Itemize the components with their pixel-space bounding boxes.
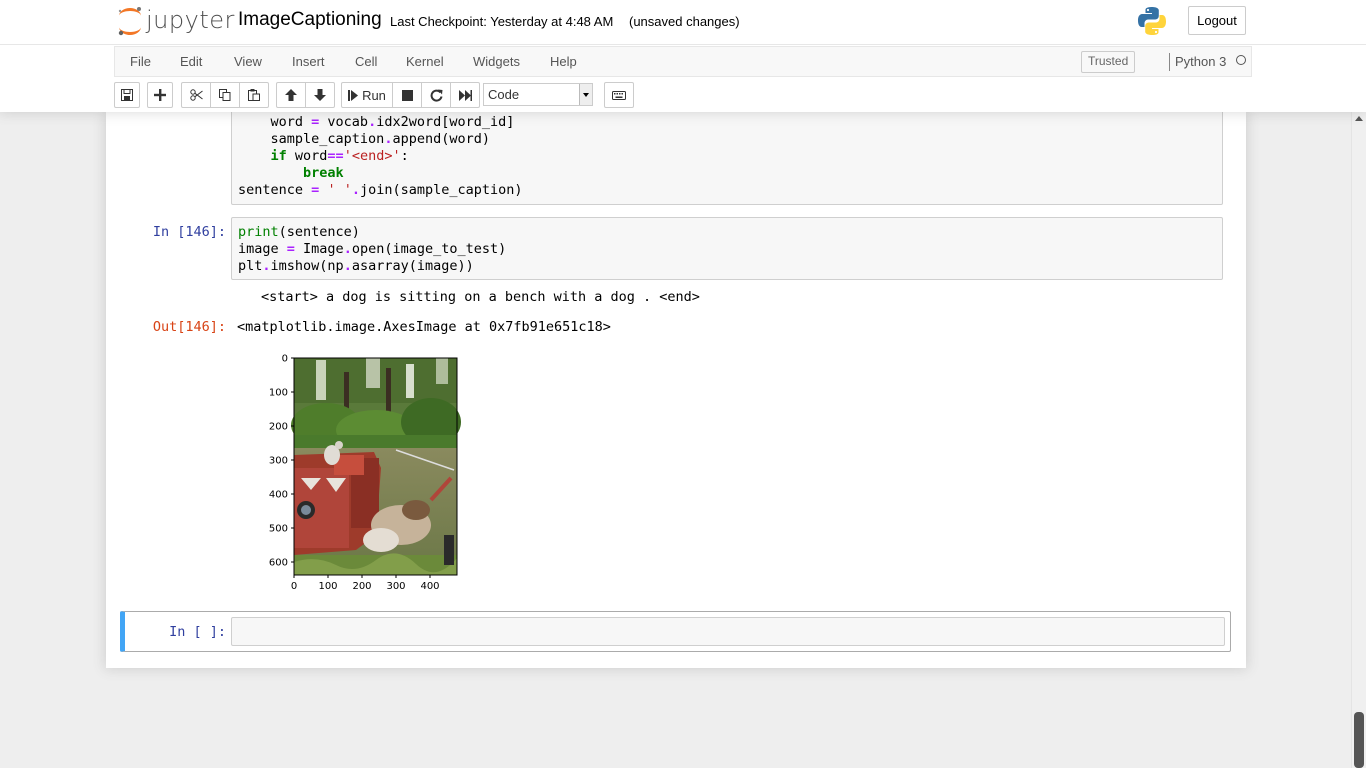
restart-run-all-button[interactable] <box>450 82 480 108</box>
code-line: if word=='<end>': <box>270 148 409 164</box>
output-prompt: Out[146]: <box>152 319 226 335</box>
notebook-name[interactable]: ImageCaptioning <box>238 9 382 31</box>
header-top-bar: jupyter ImageCaptioning Last Checkpoint:… <box>0 0 1366 45</box>
interrupt-button[interactable] <box>392 82 422 108</box>
image-plot: 0 100 200 300 400 500 600 0 100 200 300 … <box>269 354 461 592</box>
copy-button[interactable] <box>210 82 240 108</box>
logout-button[interactable]: Logout <box>1188 6 1246 35</box>
input-prompt: In [ ]: <box>169 624 226 640</box>
run-button[interactable]: Run <box>341 82 393 108</box>
y-tick-label: 600 <box>269 558 288 569</box>
y-tick-label: 400 <box>269 490 288 501</box>
checkpoint-status: Last Checkpoint: Yesterday at 4:48 AM <box>390 14 614 29</box>
code-line: break <box>303 165 344 181</box>
move-down-button[interactable] <box>305 82 335 108</box>
menu-edit[interactable]: Edit <box>180 54 202 69</box>
x-tick-label: 0 <box>291 581 297 592</box>
page-scrollbar[interactable] <box>1351 112 1366 768</box>
y-tick-label: 200 <box>269 422 288 433</box>
stdout-output: <start> a dog is sitting on a bench with… <box>261 289 700 305</box>
jupyter-logo[interactable]: jupyter <box>116 6 234 36</box>
arrow-up-icon <box>285 89 297 101</box>
restart-button[interactable] <box>421 82 451 108</box>
code-editor: print(sentence) image = Image.open(image_… <box>238 224 506 275</box>
cell-type-select[interactable]: Code <box>483 83 593 106</box>
execute-result: <matplotlib.image.AxesImage at 0x7fb91e6… <box>237 319 611 335</box>
arrow-down-icon <box>314 89 326 101</box>
code-cell-input[interactable]: word = vocab.idx2word[word_id] sample_ca… <box>231 112 1223 205</box>
kernel-separator <box>1169 53 1170 71</box>
notebook-header: jupyter ImageCaptioning Last Checkpoint:… <box>0 0 1366 112</box>
scrollbar-thumb[interactable] <box>1354 712 1364 768</box>
autosave-status: (unsaved changes) <box>629 14 740 29</box>
menu-kernel[interactable]: Kernel <box>406 54 444 69</box>
notebook-site[interactable]: word = vocab.idx2word[word_id] sample_ca… <box>0 112 1366 768</box>
menu-cell[interactable]: Cell <box>355 54 377 69</box>
run-label: Run <box>362 87 386 103</box>
scroll-up-icon[interactable] <box>1355 116 1363 121</box>
restart-icon <box>430 89 442 102</box>
x-axis: 0 100 200 300 400 <box>291 575 440 592</box>
stop-icon <box>401 89 413 101</box>
code-line: sample_caption.append(word) <box>238 131 491 147</box>
paste-button[interactable] <box>239 82 269 108</box>
code-editor: word = vocab.idx2word[word_id] sample_ca… <box>238 114 523 199</box>
plus-icon <box>154 89 166 101</box>
command-palette-button[interactable] <box>604 82 634 108</box>
code-cell-input[interactable] <box>231 617 1225 646</box>
x-tick-label: 100 <box>318 581 337 592</box>
cell-type-value: Code <box>488 87 520 102</box>
y-tick-label: 500 <box>269 524 288 535</box>
code-line: plt.imshow(np.asarray(image)) <box>238 258 474 274</box>
cut-button[interactable] <box>181 82 211 108</box>
save-button[interactable] <box>114 82 140 108</box>
trusted-indicator[interactable]: Trusted <box>1081 51 1136 73</box>
notebook-container: word = vocab.idx2word[word_id] sample_ca… <box>106 112 1246 668</box>
input-prompt: In [146]: <box>152 224 226 240</box>
x-tick-label: 300 <box>386 581 405 592</box>
menu-insert[interactable]: Insert <box>292 54 325 69</box>
y-axis: 0 100 200 300 400 500 600 <box>269 354 294 569</box>
code-line: print(sentence) <box>238 224 360 240</box>
keyboard-icon <box>612 90 626 100</box>
jupyter-logo-icon <box>118 7 141 36</box>
paste-icon <box>248 89 260 101</box>
selected-code-cell[interactable]: In [ ]: <box>120 611 1231 652</box>
code-line: image = Image.open(image_to_test) <box>238 241 507 257</box>
x-tick-label: 200 <box>352 581 371 592</box>
cut-icon <box>189 89 203 101</box>
python-logo-icon <box>1138 7 1166 35</box>
insert-cell-button[interactable] <box>147 82 173 108</box>
y-tick-label: 0 <box>282 354 288 365</box>
x-tick-label: 400 <box>420 581 439 592</box>
code-cell-input[interactable]: print(sentence) image = Image.open(image_… <box>231 217 1223 280</box>
move-up-button[interactable] <box>276 82 306 108</box>
y-tick-label: 300 <box>269 456 288 467</box>
fast-forward-icon <box>458 89 472 101</box>
jupyter-logo-text: jupyter <box>146 6 235 34</box>
menu-widgets[interactable]: Widgets <box>473 54 520 69</box>
photo-image <box>291 358 461 575</box>
copy-icon <box>219 89 231 101</box>
menubar: File Edit View Insert Cell Kernel Widget… <box>114 46 1252 77</box>
kernel-name: Python 3 <box>1175 54 1227 69</box>
save-icon <box>121 89 133 101</box>
chevron-down-icon <box>579 84 592 105</box>
matplotlib-figure: 0 100 200 300 400 500 600 0 100 200 300 … <box>256 350 476 595</box>
menu-view[interactable]: View <box>234 54 262 69</box>
step-forward-icon <box>348 89 359 101</box>
menu-help[interactable]: Help <box>550 54 577 69</box>
y-tick-label: 100 <box>269 388 288 399</box>
code-line: sentence = ' '.join(sample_caption) <box>238 182 523 198</box>
code-line: word = vocab.idx2word[word_id] <box>238 114 515 130</box>
kernel-idle-indicator-icon <box>1236 55 1246 65</box>
menu-file[interactable]: File <box>130 54 151 69</box>
toolbar: Run Code <box>114 80 1252 110</box>
